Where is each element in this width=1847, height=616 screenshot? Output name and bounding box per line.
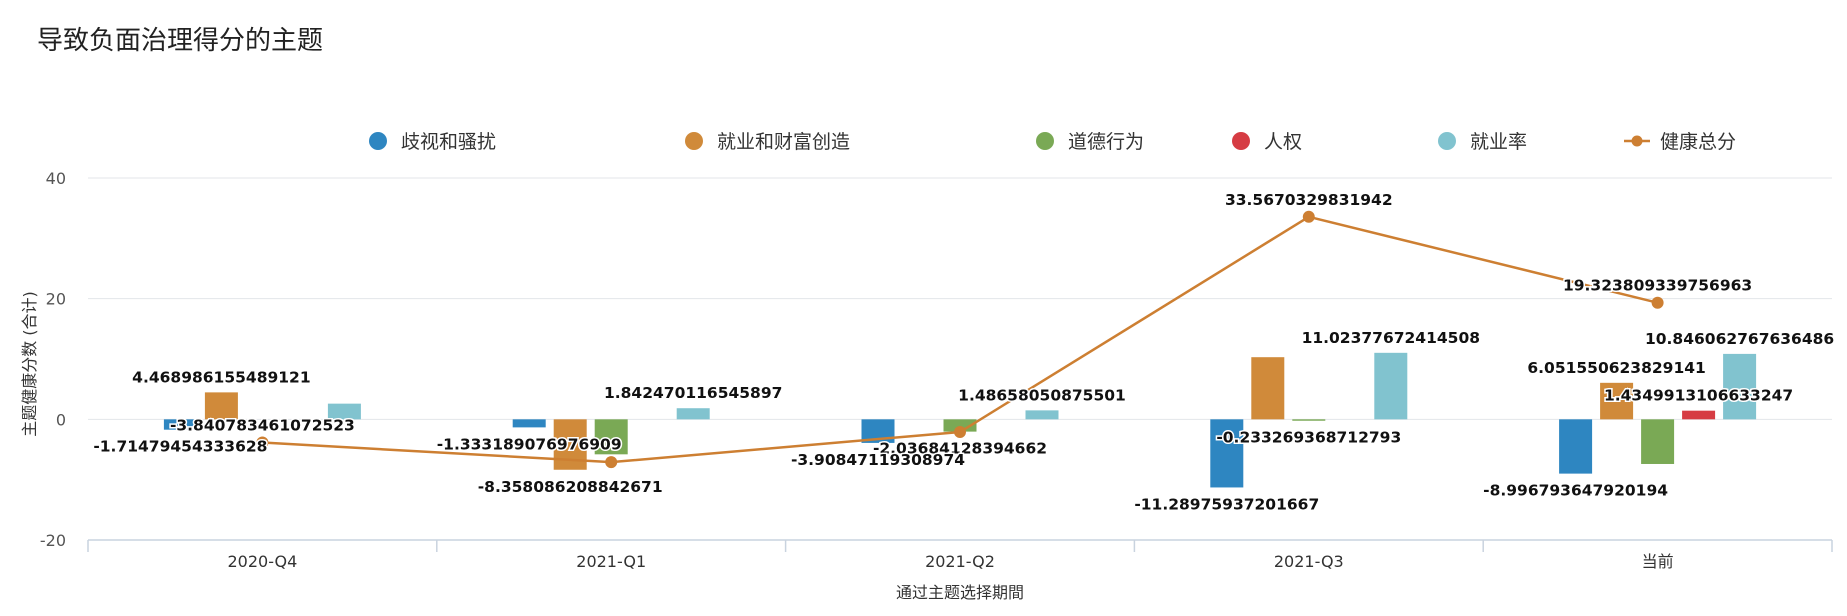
x-tick-label: 2021-Q3 [1274, 552, 1344, 571]
legend-marker-icon[interactable] [1438, 132, 1456, 150]
legend-label[interactable]: 就业率 [1470, 131, 1527, 153]
legend-marker-icon[interactable] [685, 132, 703, 150]
y-tick-label: -20 [40, 531, 66, 550]
data-label: -1.333189076976909 [437, 435, 622, 453]
data-label: -0.233269368712793 [1216, 429, 1401, 447]
bar-0-1[interactable] [204, 392, 238, 420]
bar-1-0[interactable] [512, 419, 546, 428]
bar-1-4[interactable] [676, 408, 710, 420]
data-label: 1.48658050875501 [958, 386, 1126, 404]
bar-2-4[interactable] [1025, 410, 1059, 420]
x-axis-title: 通过主题选择期間 [896, 583, 1024, 602]
data-label: 4.468986155489121 [132, 368, 310, 386]
data-label: 11.02377672414508 [1302, 329, 1480, 347]
data-label: -11.28975937201667 [1134, 495, 1319, 513]
x-tick-label: 当前 [1642, 552, 1674, 571]
legend-marker-icon[interactable] [369, 132, 387, 150]
line-point[interactable] [1651, 296, 1664, 309]
data-label: -8.996793647920194 [1483, 482, 1668, 500]
y-tick-label: 40 [46, 169, 66, 188]
data-label: -3.840783461072523 [170, 417, 355, 435]
bar-3-2[interactable] [1292, 419, 1326, 421]
legend-marker-icon[interactable] [1036, 132, 1054, 150]
line-point[interactable] [1302, 210, 1315, 223]
y-tick-label: 20 [46, 290, 66, 309]
bar-line-chart: 40 20 0 -20 2020-Q4 2021-Q1 2021-Q2 2021-Q3 当前通过… [20, 131, 1836, 602]
legend-marker-icon[interactable] [1232, 132, 1250, 150]
line-point[interactable] [954, 426, 966, 439]
bar-4-0[interactable] [1559, 419, 1593, 474]
bar-3-4[interactable] [1374, 352, 1408, 420]
data-label: -3.90847119308974 [791, 451, 965, 469]
legend-label[interactable]: 道德行为 [1068, 131, 1144, 153]
data-label: 1.4349913106633247 [1604, 387, 1793, 405]
x-tick-label: 2021-Q1 [576, 552, 646, 571]
legend-label[interactable]: 歧视和骚扰 [401, 131, 496, 153]
data-label: 19.323809339756963 [1563, 277, 1752, 295]
legend-label[interactable]: 人权 [1264, 131, 1302, 153]
data-label: -8.358086208842671 [478, 478, 663, 496]
legend-marker-icon[interactable] [1631, 135, 1643, 147]
data-label: 10.846062767636486 [1645, 330, 1834, 348]
x-tick-label: 2021-Q2 [925, 552, 995, 571]
bar-4-3[interactable] [1682, 410, 1716, 420]
legend-label[interactable]: 就业和财富创造 [717, 131, 850, 153]
data-label: 6.051550623829141 [1527, 359, 1705, 377]
y-axis-title: 主题健康分数 (合计) [20, 291, 39, 437]
legend-label[interactable]: 健康总分 [1660, 131, 1736, 153]
bar-4-2[interactable] [1641, 419, 1675, 464]
y-tick-label: 0 [56, 410, 66, 429]
x-tick-label: 2020-Q4 [227, 552, 297, 571]
bar-3-1[interactable] [1251, 357, 1285, 420]
data-label: 33.5670329831942 [1225, 191, 1393, 209]
line-point[interactable] [605, 456, 618, 469]
data-label: 1.842470116545897 [604, 384, 782, 402]
data-label: -1.71479454333628 [93, 438, 267, 456]
